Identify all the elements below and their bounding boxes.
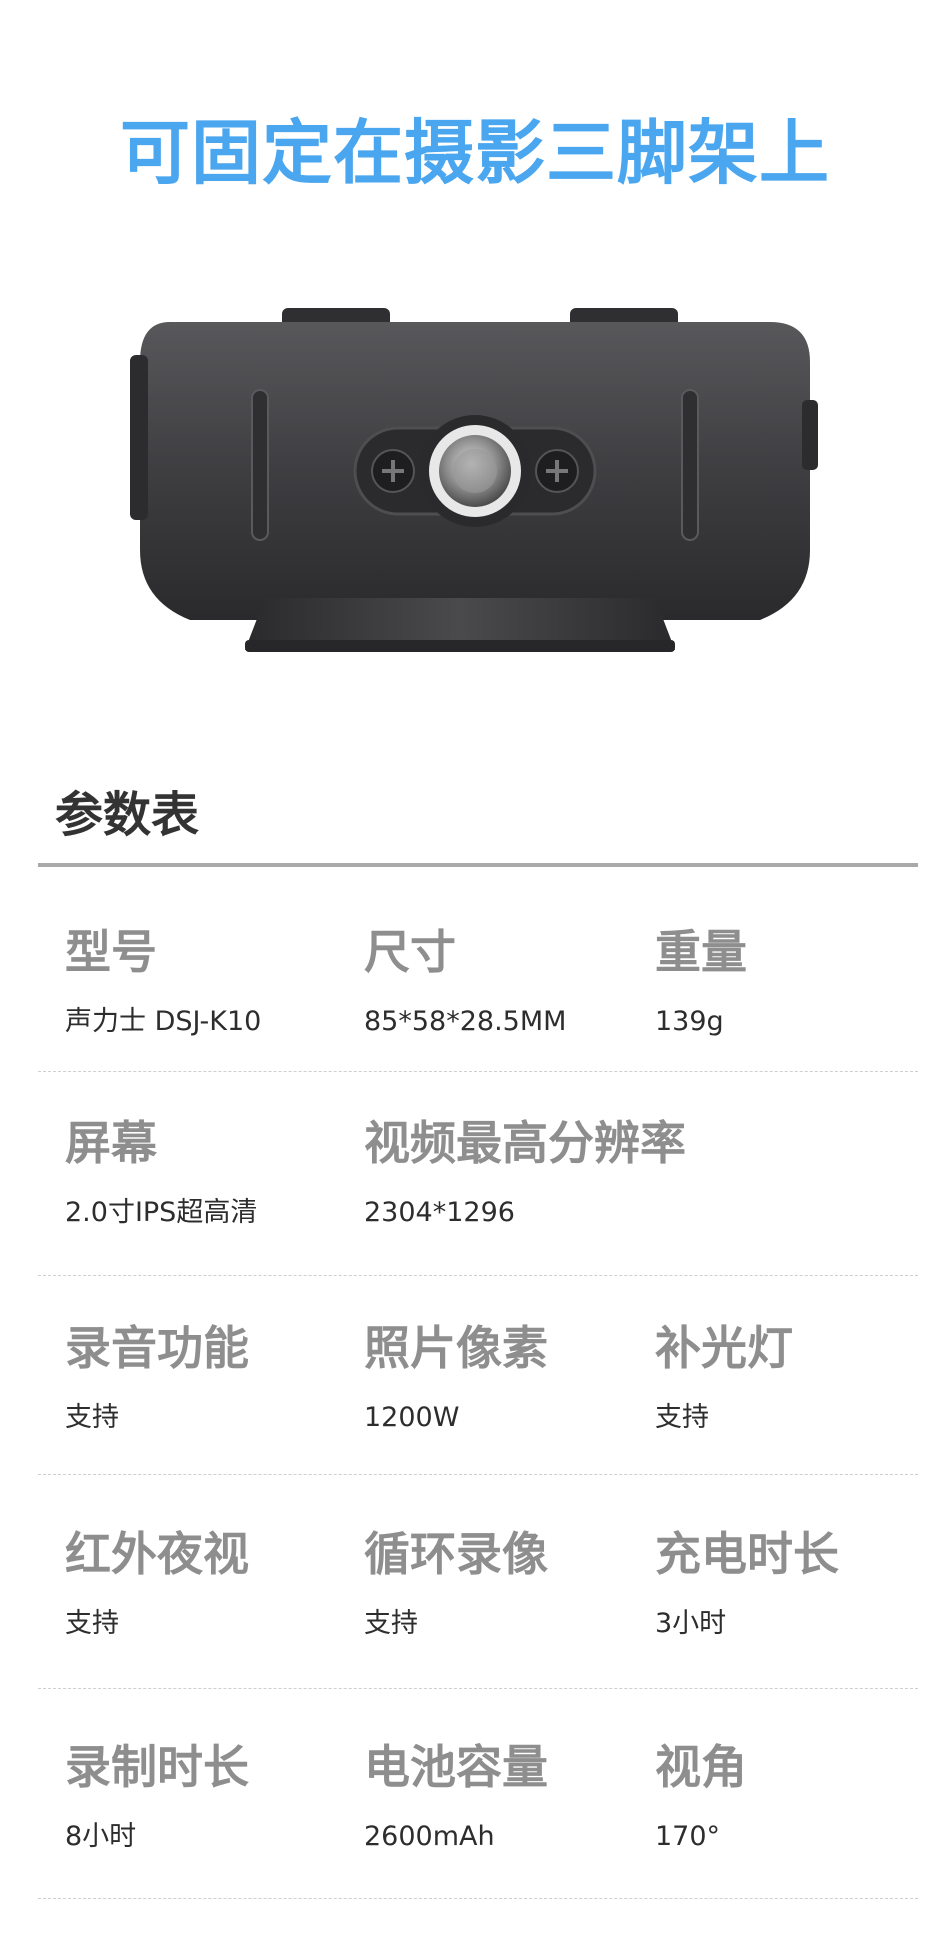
spec-value: 139g bbox=[655, 1006, 724, 1037]
spec-row: 红外夜视 支持 循环录像 支持 充电时长 3小时 bbox=[38, 1524, 918, 1689]
spec-label: 屏幕 bbox=[65, 1116, 157, 1170]
spec-value: 支持 bbox=[65, 1608, 119, 1639]
row-divider bbox=[38, 1688, 918, 1689]
spec-row: 录音功能 支持 照片像素 1200W 补光灯 支持 bbox=[38, 1318, 918, 1475]
spec-value: 声力士 DSJ-K10 bbox=[65, 1006, 262, 1037]
row-divider bbox=[38, 1898, 918, 1899]
spec-row: 录制时长 8小时 电池容量 2600mAh 视角 170° bbox=[38, 1737, 918, 1899]
spec-label: 录音功能 bbox=[65, 1321, 249, 1375]
spec-value: 3小时 bbox=[655, 1608, 727, 1639]
spec-value: 170° bbox=[655, 1821, 721, 1852]
spec-label: 充电时长 bbox=[655, 1527, 839, 1581]
spec-value: 支持 bbox=[65, 1402, 119, 1433]
section-title: 参数表 bbox=[55, 787, 200, 843]
device-bottom-tripod-mount-illustration bbox=[130, 308, 818, 652]
spec-label: 重量 bbox=[655, 925, 747, 979]
spec-value: 8小时 bbox=[65, 1821, 137, 1852]
spec-value: 2304*1296 bbox=[364, 1197, 515, 1228]
spec-label: 补光灯 bbox=[655, 1321, 793, 1375]
spec-label: 电池容量 bbox=[364, 1740, 548, 1794]
spec-value: 2.0寸IPS超高清 bbox=[65, 1197, 258, 1228]
spec-label: 型号 bbox=[65, 925, 157, 979]
row-divider bbox=[38, 1474, 918, 1475]
spec-value: 支持 bbox=[655, 1402, 709, 1433]
spec-value: 支持 bbox=[364, 1608, 418, 1639]
row-divider bbox=[38, 1275, 918, 1276]
row-divider bbox=[38, 1071, 918, 1072]
headline: 可固定在摄影三脚架上 bbox=[120, 112, 830, 194]
spec-row: 型号 声力士 DSJ-K10 尺寸 85*58*28.5MM 重量 139g bbox=[38, 922, 918, 1072]
spec-label: 视频最高分辨率 bbox=[364, 1116, 686, 1170]
spec-value: 1200W bbox=[364, 1402, 460, 1433]
device-image bbox=[130, 300, 820, 660]
spec-label: 视角 bbox=[655, 1740, 747, 1794]
spec-label: 照片像素 bbox=[364, 1321, 548, 1375]
spec-label: 循环录像 bbox=[364, 1527, 548, 1581]
spec-label: 录制时长 bbox=[65, 1740, 249, 1794]
spec-value: 85*58*28.5MM bbox=[364, 1006, 567, 1037]
section-divider bbox=[38, 863, 918, 867]
spec-value: 2600mAh bbox=[364, 1821, 495, 1852]
spec-label: 尺寸 bbox=[364, 925, 456, 979]
spec-row: 屏幕 2.0寸IPS超高清 视频最高分辨率 2304*1296 bbox=[38, 1113, 918, 1276]
spec-label: 红外夜视 bbox=[65, 1527, 249, 1581]
